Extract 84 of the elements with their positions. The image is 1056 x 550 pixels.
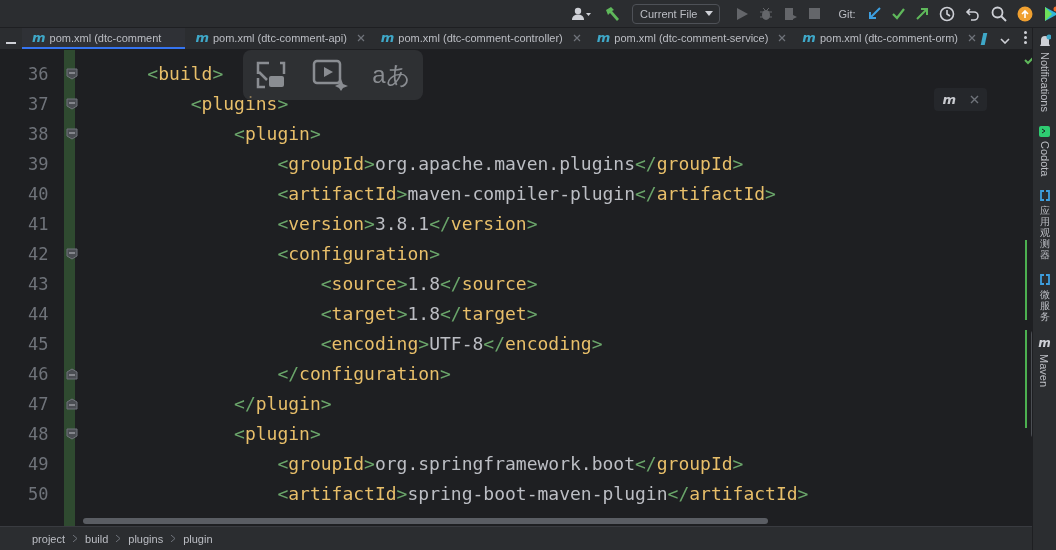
line-number: 42 — [27, 243, 49, 266]
code-line: <source>1.8</source> — [319, 272, 538, 296]
code-line: </configuration> — [276, 362, 451, 386]
fold-icon[interactable] — [66, 68, 78, 80]
code-line: <configuration> — [276, 242, 440, 266]
breadcrumb-item[interactable]: build — [85, 532, 109, 545]
code-line: </plugin> — [233, 392, 332, 416]
line-number: 36 — [27, 63, 49, 86]
code-line: <plugins> — [189, 92, 289, 116]
maven-file-icon: m — [802, 30, 816, 45]
file-tab[interactable]: m pom.xml (dtc-comment-orm) — [792, 28, 983, 49]
caret-icon — [705, 11, 714, 16]
line-number: 50 — [27, 483, 49, 506]
file-icon — [980, 32, 988, 45]
hammer-icon[interactable] — [603, 5, 621, 22]
search-icon[interactable] — [990, 5, 1007, 22]
scrollbar[interactable] — [83, 518, 768, 524]
push-arrow-icon[interactable] — [914, 5, 929, 22]
code-line: <plugin> — [233, 422, 321, 446]
file-tab[interactable]: m pom.xml (dtc-comment — [22, 28, 186, 49]
breadcrumb-item[interactable]: plugin — [183, 532, 213, 545]
line-number: 44 — [27, 303, 49, 326]
fold-icon[interactable] — [66, 248, 78, 260]
file-tab[interactable]: m pom.xml (dtc-comment-api) — [185, 28, 371, 49]
line-number: 41 — [27, 213, 49, 236]
undo-icon[interactable] — [964, 5, 981, 22]
maven-file-icon: m — [596, 30, 611, 45]
tool-window-tab[interactable]: 微服务 — [1039, 289, 1050, 323]
code-line: <artifactId>spring-boot-maven-plugin</artifactId> — [276, 482, 809, 506]
code-line: <groupId>org.apache.maven.plugins</groupId> — [276, 152, 744, 176]
translate-icon[interactable]: aあ — [372, 59, 411, 91]
maven-file-icon: m — [195, 30, 209, 45]
line-number: 37 — [27, 93, 49, 116]
fold-icon[interactable] — [66, 428, 78, 440]
tool-window-tab[interactable]: Notifications — [1038, 52, 1051, 112]
upgrade-icon[interactable] — [1016, 5, 1033, 22]
code-line: <artifactId>maven-compiler-plugin</artifactId> — [276, 182, 776, 206]
line-number: 43 — [27, 273, 49, 296]
clock-icon[interactable] — [938, 5, 955, 22]
picture-in-picture-icon[interactable] — [255, 60, 288, 90]
file-tab[interactable]: m pom.xml (dtc-comment-controller) — [370, 28, 587, 49]
code-line: <plugin> — [233, 122, 321, 146]
maven-reload-button[interactable]: m — [942, 92, 957, 107]
fold-icon[interactable] — [66, 368, 78, 380]
code-line: <version>3.8.1</version> — [276, 212, 538, 236]
chevron-right-icon — [171, 535, 176, 542]
maven-file-icon: m — [32, 30, 46, 45]
line-number: 48 — [27, 423, 49, 446]
maven-file-icon: m — [380, 30, 395, 45]
bell-icon[interactable] — [1038, 34, 1051, 48]
code-line: <encoding>UTF-8</encoding> — [319, 332, 603, 356]
tool-window-tab[interactable]: Maven — [1038, 354, 1051, 388]
line-number: 47 — [27, 393, 49, 416]
user-menu-icon[interactable] — [571, 5, 593, 22]
terminal-icon — [1039, 125, 1050, 137]
line-number: 40 — [27, 183, 49, 206]
checkmark-icon — [1024, 56, 1032, 65]
chevron-right-icon — [116, 535, 121, 542]
chevron-right-icon — [73, 535, 78, 542]
close-icon[interactable] — [970, 95, 980, 104]
line-number: 45 — [27, 333, 49, 356]
line-number: 38 — [27, 123, 49, 146]
breadcrumb-item[interactable]: plugins — [128, 532, 164, 545]
video-sparkle-icon[interactable] — [311, 59, 348, 91]
run-configuration-dropdown[interactable]: Current File — [632, 3, 721, 24]
bracket-icon — [1039, 274, 1050, 286]
git-label: Git: — [838, 7, 856, 20]
update-arrow-icon[interactable] — [866, 5, 881, 22]
code-line: <build> — [146, 62, 224, 86]
line-number: 49 — [27, 453, 49, 476]
bracket-icon — [1039, 190, 1050, 202]
line-number: 46 — [27, 363, 49, 386]
maven-icon: m — [1038, 336, 1051, 351]
code-line: <target>1.8</target> — [319, 302, 538, 326]
file-tab[interactable]: m pom.xml (dtc-comment-service) — [586, 28, 793, 49]
tool-window-tab[interactable]: Codota — [1038, 140, 1051, 177]
code-line: <groupId>org.springframework.boot</groupId> — [276, 452, 744, 476]
fold-icon[interactable] — [66, 98, 78, 110]
fold-icon[interactable] — [66, 128, 78, 140]
fold-icon[interactable] — [66, 398, 78, 410]
logo-icon[interactable] — [1042, 5, 1056, 22]
line-number: 39 — [27, 153, 49, 176]
tool-window-tab[interactable]: 应用观测器 — [1039, 205, 1050, 261]
breadcrumb-item[interactable]: project — [32, 532, 66, 545]
